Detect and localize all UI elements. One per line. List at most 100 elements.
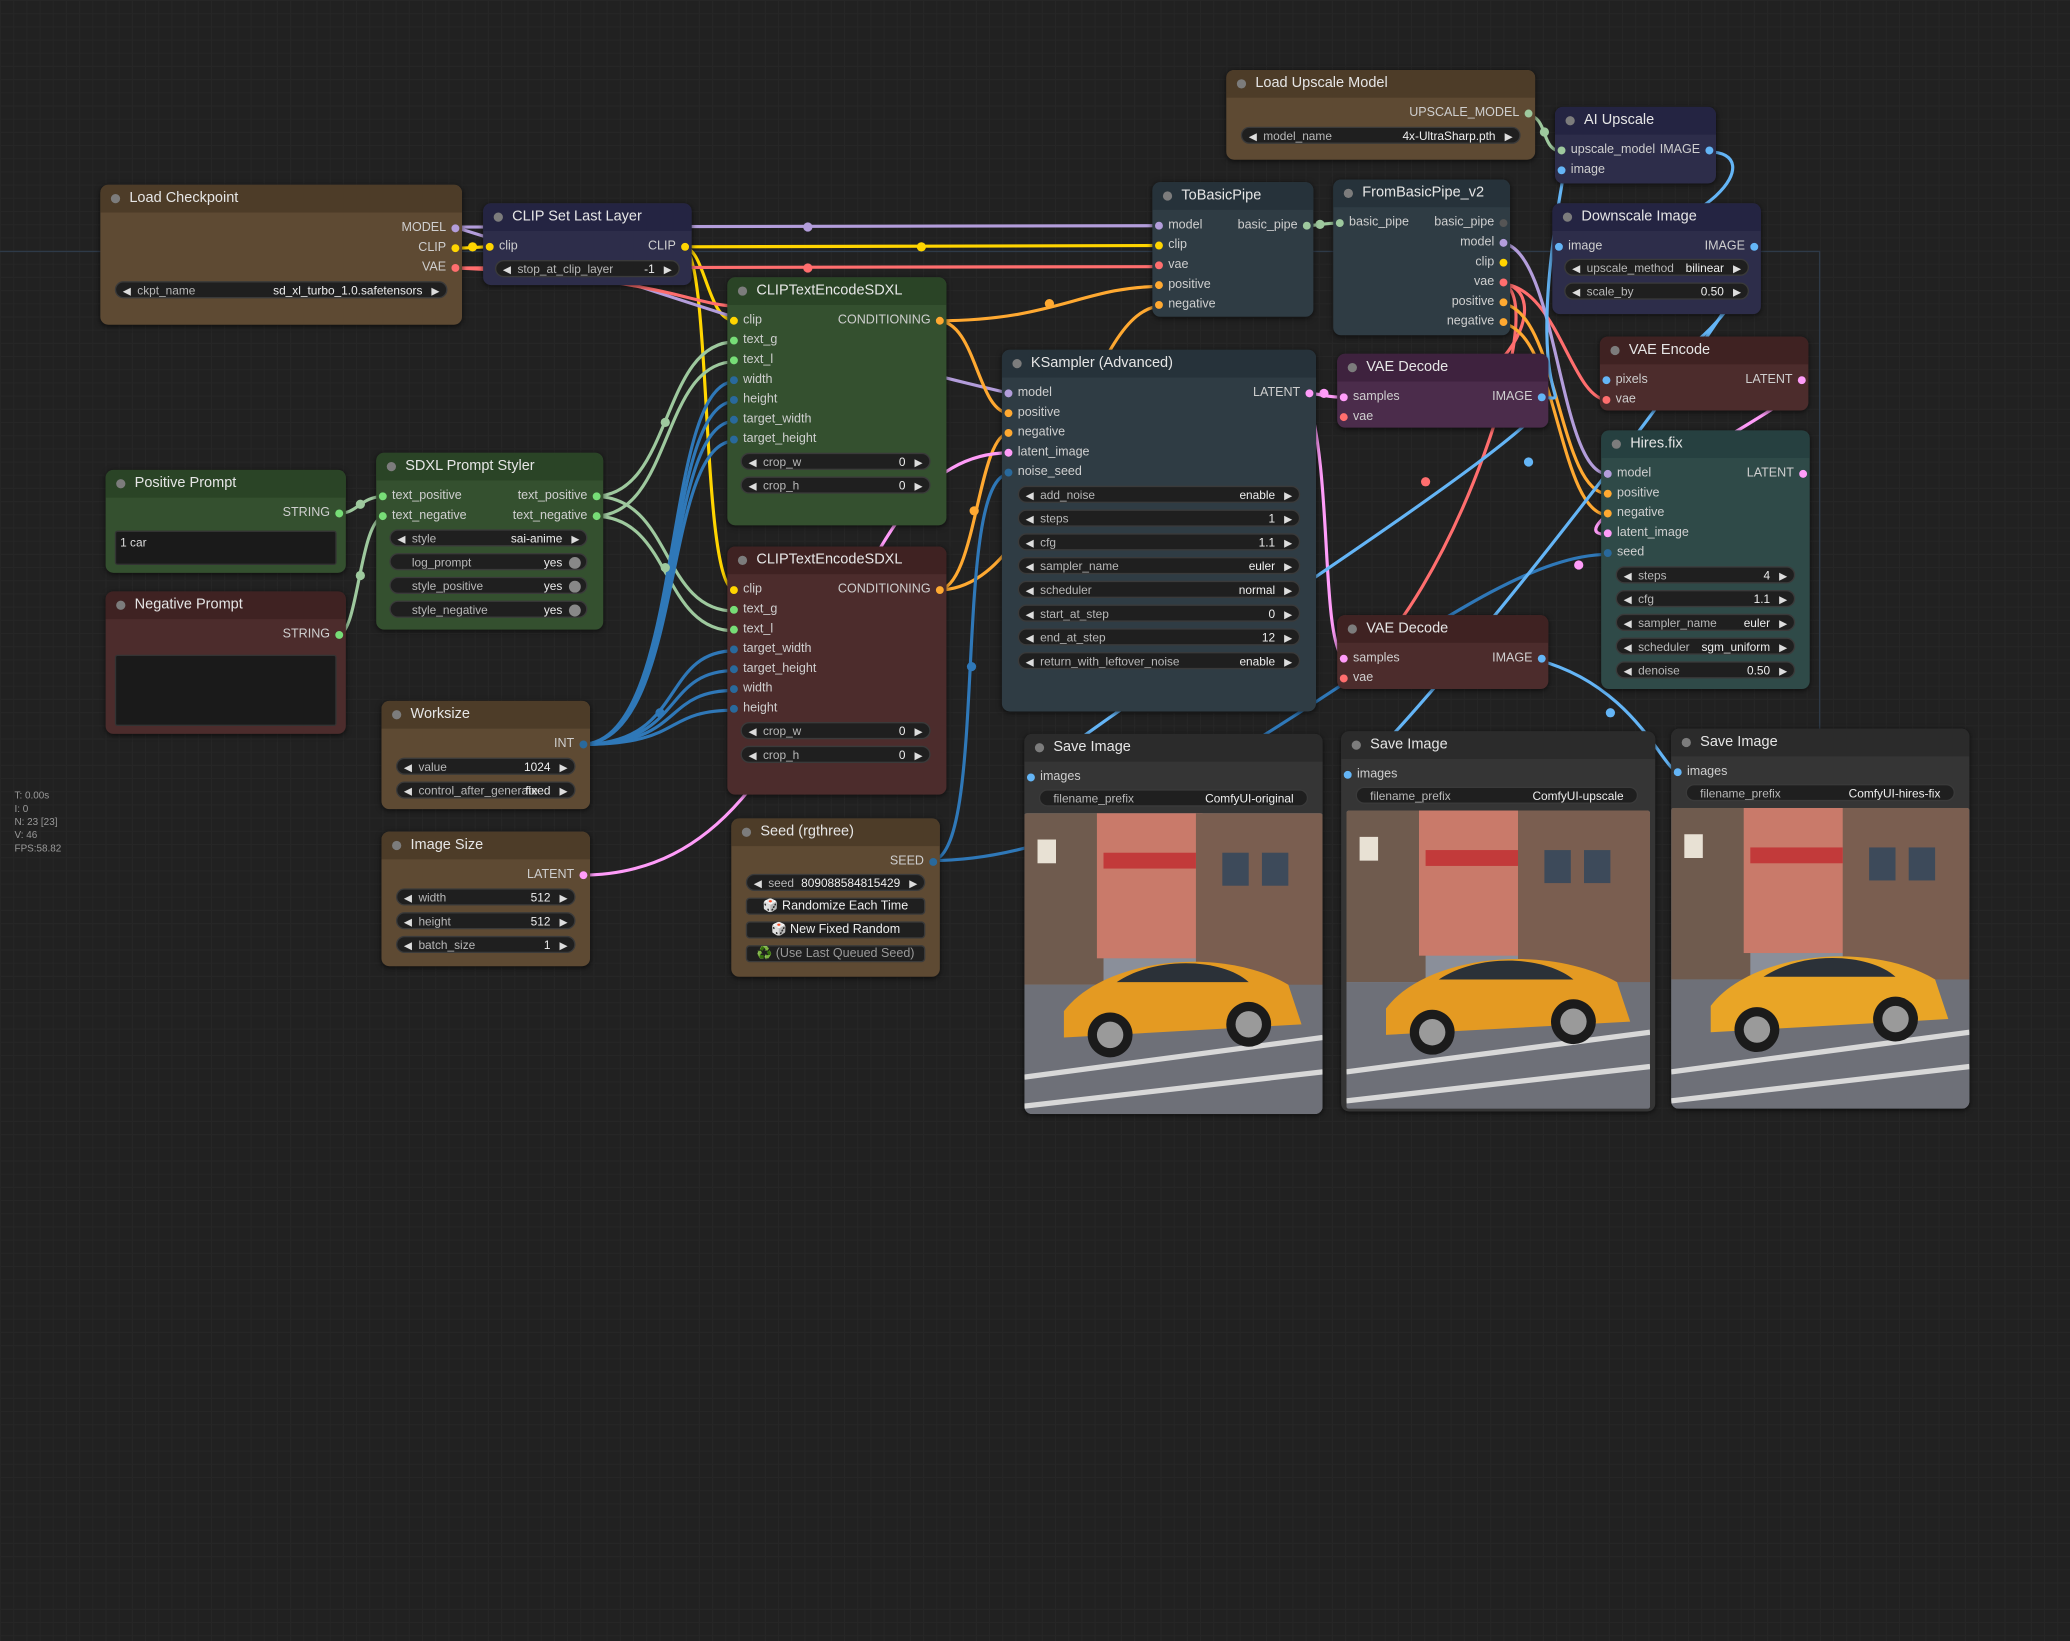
input-clip[interactable]: clip: [1152, 238, 1187, 254]
input-clip[interactable]: clip: [483, 239, 518, 255]
arrow-right-icon[interactable]: ▶: [1284, 653, 1292, 668]
arrow-right-icon[interactable]: ▶: [559, 937, 567, 952]
arrow-right-icon[interactable]: ▶: [915, 747, 923, 762]
socket-icon[interactable]: [1004, 389, 1013, 398]
socket-icon[interactable]: [1557, 166, 1566, 175]
node-clip-text-encode-negative[interactable]: CLIPTextEncodeSDXL clip text_g text_l ta…: [727, 546, 947, 795]
node-image-size[interactable]: Image Size LATENT ◀ width 512 ▶ ◀ height 512 ▶…: [381, 831, 591, 967]
input-images[interactable]: images: [1341, 767, 1397, 783]
input-pixels[interactable]: pixels: [1600, 372, 1648, 388]
arrow-left-icon[interactable]: ◀: [1624, 568, 1632, 583]
cfg-number[interactable]: ◀ cfg 1.1 ▶: [1615, 590, 1796, 608]
input-negative[interactable]: negative: [1152, 297, 1216, 313]
input-vae[interactable]: vae: [1337, 671, 1373, 687]
socket-icon[interactable]: [1339, 393, 1348, 402]
crop-w-number[interactable]: ◀ crop_w 0 ▶: [740, 722, 931, 740]
style-negative-toggle[interactable]: style_negative yes: [389, 600, 588, 618]
node-title[interactable]: Save Image: [1024, 733, 1323, 762]
socket-icon[interactable]: [729, 396, 738, 404]
socket-icon[interactable]: [1705, 146, 1714, 155]
arrow-right-icon[interactable]: ▶: [1779, 615, 1787, 630]
upscale-method-combo[interactable]: ◀ upscale_method bilinear ▶: [1564, 258, 1750, 276]
socket-icon[interactable]: [378, 492, 387, 501]
output-negative[interactable]: negative: [1447, 314, 1510, 330]
node-ai-upscale[interactable]: AI Upscale upscale_model image IMAGE: [1554, 106, 1717, 184]
arrow-left-icon[interactable]: ◀: [503, 261, 511, 276]
arrow-right-icon[interactable]: ▶: [1733, 260, 1741, 275]
socket-icon[interactable]: [1673, 768, 1682, 777]
randomize-each-time-button[interactable]: 🎲 Randomize Each Time: [745, 897, 926, 915]
node-title[interactable]: Load Upscale Model: [1226, 69, 1536, 98]
arrow-right-icon[interactable]: ▶: [1284, 630, 1292, 645]
socket-icon[interactable]: [1799, 469, 1808, 478]
node-to-basic-pipe[interactable]: ToBasicPipe model clip vae positive nega…: [1152, 182, 1314, 317]
output-image[interactable]: IMAGE: [1492, 389, 1548, 405]
arrow-left-icon[interactable]: ◀: [1624, 663, 1632, 678]
socket-icon[interactable]: [1524, 109, 1533, 118]
arrow-left-icon[interactable]: ◀: [404, 937, 412, 952]
node-clip-set-last-layer[interactable]: CLIP Set Last Layer clip CLIP ◀ stop_at_c…: [483, 203, 692, 286]
socket-icon[interactable]: [935, 316, 944, 325]
socket-icon[interactable]: [729, 356, 738, 365]
node-title[interactable]: Save Image: [1341, 731, 1656, 759]
input-width[interactable]: width: [727, 372, 772, 388]
arrow-right-icon[interactable]: ▶: [1284, 535, 1292, 550]
socket-icon[interactable]: [1004, 409, 1013, 418]
input-height[interactable]: height: [727, 392, 777, 408]
socket-icon[interactable]: [1797, 376, 1806, 385]
node-sdxl-prompt-styler[interactable]: SDXL Prompt Styler text_positive text_ne…: [376, 452, 604, 630]
socket-icon[interactable]: [592, 492, 601, 501]
socket-icon[interactable]: [1155, 261, 1163, 270]
node-title[interactable]: KSampler (Advanced): [1001, 349, 1317, 378]
node-title[interactable]: Image Size: [381, 831, 591, 860]
input-height[interactable]: height: [727, 701, 777, 717]
socket-icon[interactable]: [1499, 278, 1508, 287]
arrow-left-icon[interactable]: ◀: [1026, 606, 1034, 621]
model-name-combo[interactable]: ◀ model_name 4x-UltraSharp.pth ▶: [1240, 126, 1521, 144]
input-latent-image[interactable]: latent_image: [1002, 445, 1090, 461]
node-save-image-hires-fix[interactable]: Save Image images filename_prefix ComfyUI…: [1671, 728, 1970, 1109]
arrow-left-icon[interactable]: ◀: [404, 783, 412, 798]
toggle-knob-icon[interactable]: [568, 580, 581, 593]
arrow-left-icon[interactable]: ◀: [1624, 591, 1632, 606]
output-model[interactable]: MODEL: [402, 220, 462, 236]
arrow-right-icon[interactable]: ▶: [1284, 606, 1292, 621]
arrow-right-icon[interactable]: ▶: [431, 282, 439, 297]
input-model[interactable]: model: [1152, 218, 1202, 234]
node-title[interactable]: AI Upscale: [1554, 106, 1717, 135]
input-image[interactable]: image: [1555, 162, 1605, 178]
arrow-right-icon[interactable]: ▶: [915, 478, 923, 493]
arrow-left-icon[interactable]: ◀: [1026, 653, 1034, 668]
image-preview[interactable]: [1346, 810, 1651, 1109]
socket-icon[interactable]: [929, 858, 938, 866]
socket-icon[interactable]: [729, 685, 738, 693]
output-upscale-model[interactable]: UPSCALE_MODEL: [1409, 106, 1535, 122]
socket-icon[interactable]: [1339, 413, 1348, 422]
node-hires-fix[interactable]: Hires.fix model positive negative latent…: [1601, 430, 1810, 690]
socket-icon[interactable]: [579, 871, 588, 880]
output-image[interactable]: IMAGE: [1705, 239, 1761, 255]
arrow-left-icon[interactable]: ◀: [1624, 615, 1632, 630]
arrow-right-icon[interactable]: ▶: [915, 723, 923, 738]
arrow-left-icon[interactable]: ◀: [1026, 535, 1034, 550]
output-latent[interactable]: LATENT: [1745, 372, 1808, 388]
arrow-right-icon[interactable]: ▶: [915, 454, 923, 469]
arrow-left-icon[interactable]: ◀: [1026, 630, 1034, 645]
scale-by-number[interactable]: ◀ scale_by 0.50 ▶: [1564, 282, 1750, 300]
input-seed[interactable]: seed: [1601, 545, 1644, 561]
arrow-left-icon[interactable]: ◀: [404, 913, 412, 928]
input-clip[interactable]: clip: [727, 582, 762, 598]
arrow-right-icon[interactable]: ▶: [664, 261, 672, 276]
socket-icon[interactable]: [1026, 773, 1035, 782]
arrow-left-icon[interactable]: ◀: [748, 723, 756, 738]
socket-icon[interactable]: [1499, 238, 1508, 247]
socket-icon[interactable]: [1603, 529, 1612, 538]
node-title[interactable]: Downscale Image: [1552, 203, 1761, 232]
sampler-name-combo[interactable]: ◀ sampler_name euler ▶: [1017, 557, 1301, 575]
arrow-right-icon[interactable]: ▶: [909, 875, 917, 890]
output-string[interactable]: STRING: [283, 506, 346, 522]
output-basic-pipe[interactable]: basic_pipe: [1238, 218, 1314, 234]
socket-icon[interactable]: [335, 509, 344, 518]
arrow-left-icon[interactable]: ◀: [748, 478, 756, 493]
arrow-right-icon[interactable]: ▶: [1284, 511, 1292, 525]
